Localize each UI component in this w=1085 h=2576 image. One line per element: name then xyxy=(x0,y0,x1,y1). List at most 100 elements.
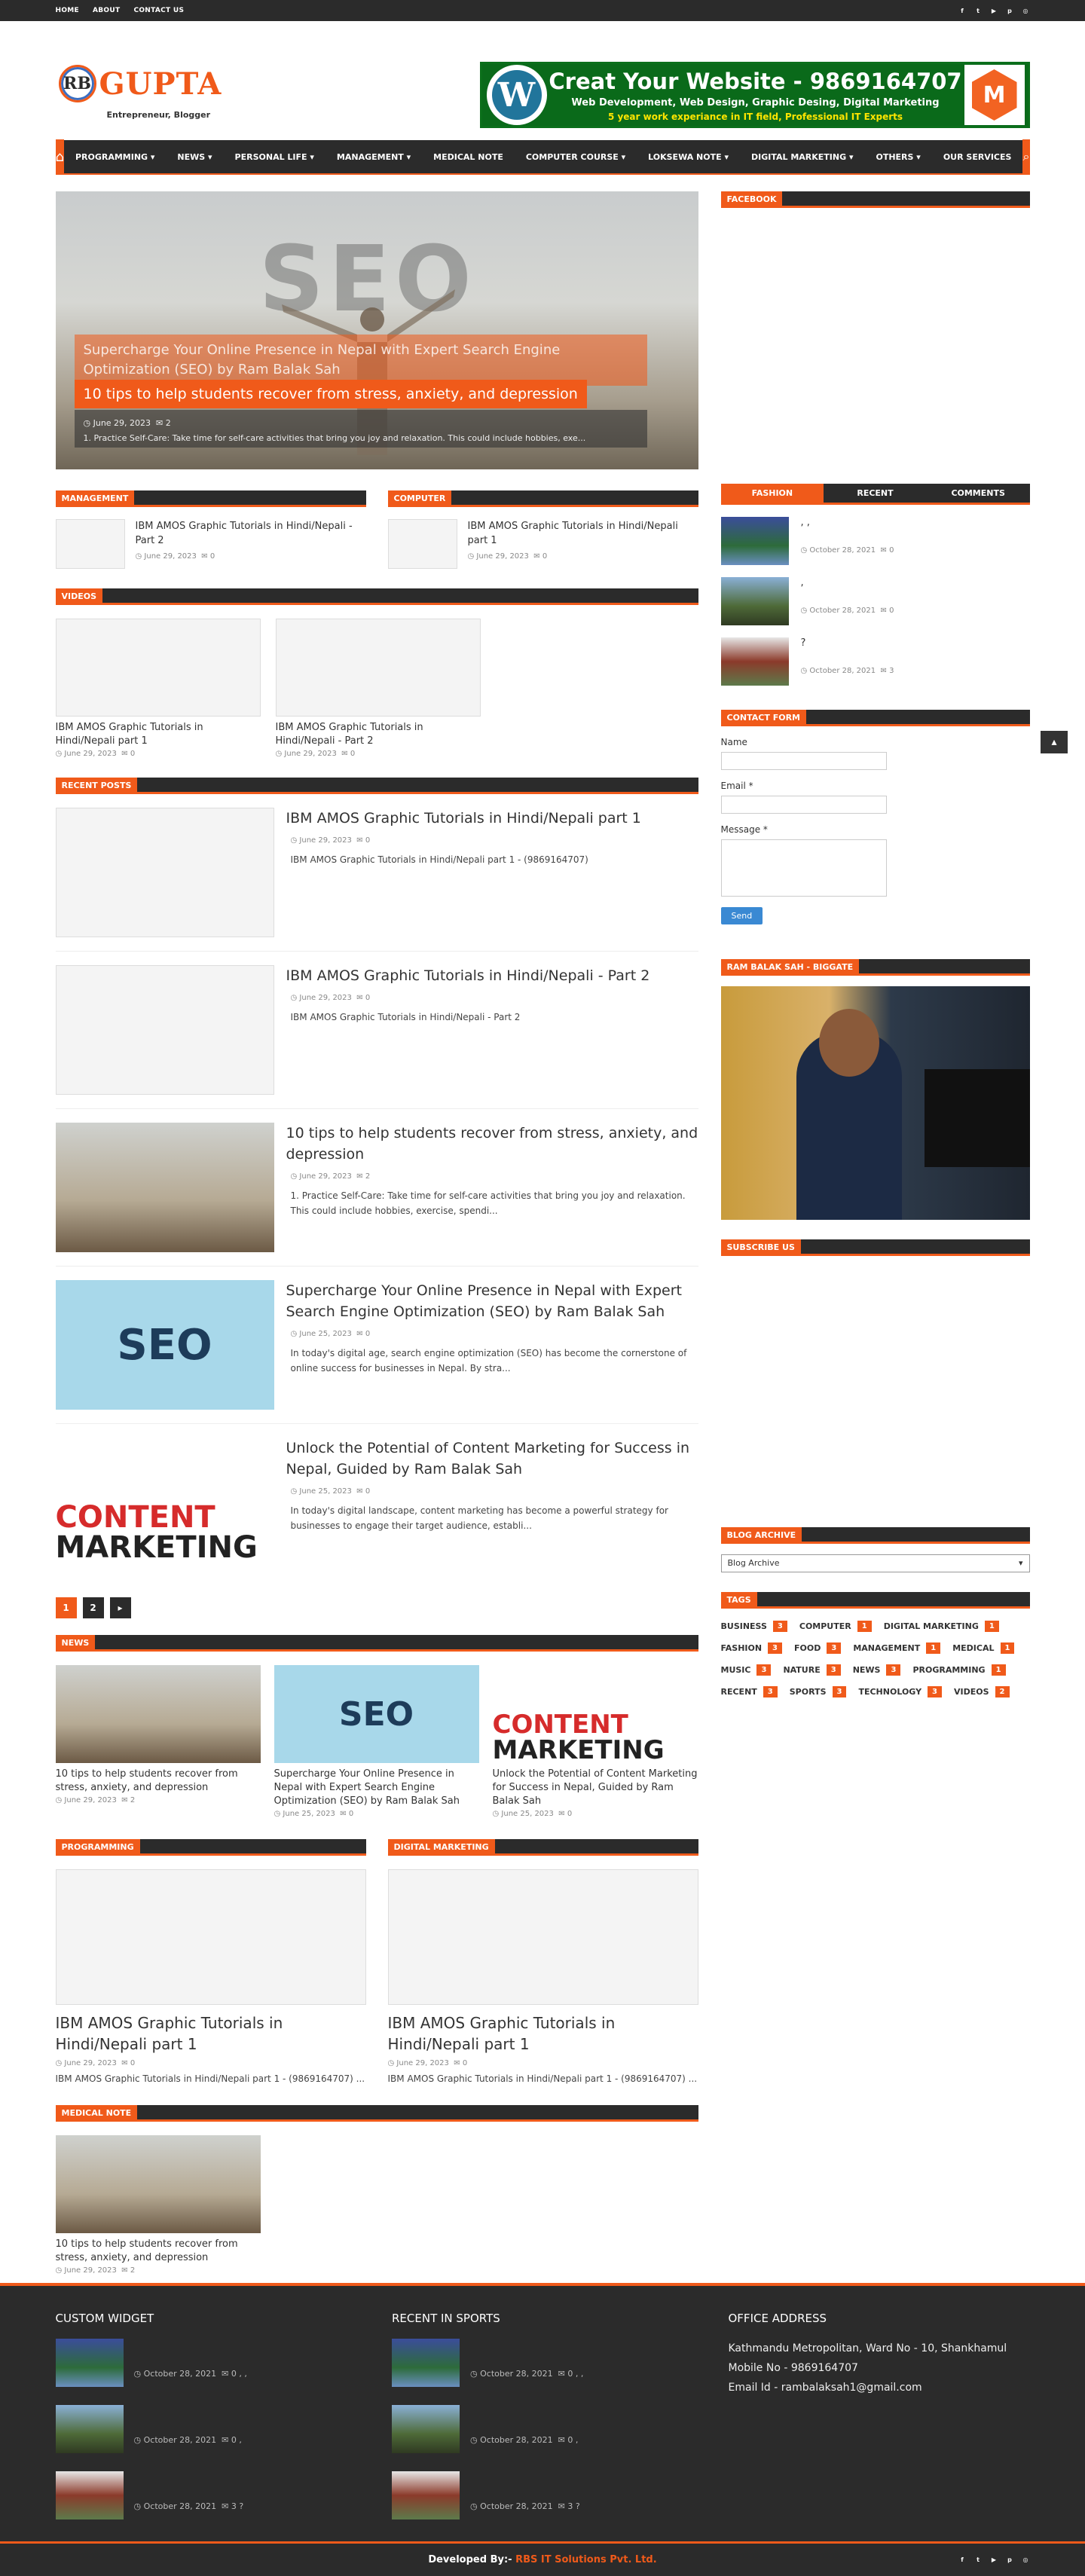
video-card[interactable]: IBM AMOS Graphic Tutorials in Hindi/Nepa… xyxy=(55,619,261,758)
list-item[interactable]: ◷ October 28, 2021 ✉ 0 , xyxy=(392,2405,693,2453)
twitter-icon[interactable]: t xyxy=(974,7,983,15)
post-thumbnail[interactable] xyxy=(55,1869,366,2005)
nav-our-services[interactable]: OUR SERVICES xyxy=(932,152,1023,162)
home-icon[interactable]: ⌂ xyxy=(55,139,64,174)
header-banner-ad[interactable]: W Creat Your Website - 9869164707 Web De… xyxy=(479,62,1030,128)
tab-comments[interactable]: COMMENTS xyxy=(927,484,1030,503)
tag-fashion[interactable]: FASHION 3 xyxy=(721,1642,783,1654)
programming-header[interactable]: PROGRAMMING xyxy=(55,1839,140,1856)
site-logo[interactable]: RB GUPTA xyxy=(58,65,222,102)
post-title[interactable]: IBM AMOS Graphic Tutorials in Hindi/Nepa… xyxy=(136,519,366,548)
management-header[interactable]: MANAGEMENT xyxy=(55,490,135,507)
post-title[interactable]: ? xyxy=(576,2501,580,2511)
nav-personal-life[interactable]: PERSONAL LIFE ▾ xyxy=(224,152,326,162)
post-title[interactable]: , xyxy=(576,2435,579,2445)
nav-news[interactable]: NEWS ▾ xyxy=(166,152,223,162)
post-title[interactable]: IBM AMOS Graphic Tutorials in Hindi/Nepa… xyxy=(56,2012,366,2055)
post-title[interactable]: IBM AMOS Graphic Tutorials in Hindi/Nepa… xyxy=(286,965,698,986)
list-item[interactable]: , , ◷ October 28, 2021 ✉ 0 xyxy=(720,517,1030,565)
post-title[interactable]: Supercharge Your Online Presence in Nepa… xyxy=(286,1280,698,1322)
list-item[interactable]: , ◷ October 28, 2021 ✉ 0 xyxy=(720,577,1030,625)
list-item[interactable]: IBM AMOS Graphic Tutorials in Hindi/Nepa… xyxy=(55,519,366,569)
post-title[interactable]: Supercharge Your Online Presence in Nepa… xyxy=(274,1768,479,1808)
post-title[interactable]: IBM AMOS Graphic Tutorials in Hindi/Nepa… xyxy=(286,808,698,829)
tag-videos[interactable]: VIDEOS 2 xyxy=(954,1686,1010,1697)
email-field[interactable] xyxy=(720,796,887,814)
post-title[interactable]: , , xyxy=(801,517,894,528)
top-link-home[interactable]: HOME xyxy=(56,7,80,14)
nav-loksewa-note[interactable]: LOKSEWA NOTE ▾ xyxy=(637,152,740,162)
recent-post[interactable]: CONTENT MARKETING Unlock the Potential of… xyxy=(55,1438,698,1581)
pinterest-icon[interactable]: p xyxy=(1006,7,1014,15)
tag-business[interactable]: BUSINESS 3 xyxy=(721,1621,787,1632)
news-card[interactable]: 10 tips to help students recover from st… xyxy=(55,1665,261,1818)
post-title[interactable]: ? xyxy=(801,637,894,649)
hero-title[interactable]: 10 tips to help students recover from st… xyxy=(74,380,587,408)
video-title[interactable]: IBM AMOS Graphic Tutorials in Hindi/Nepa… xyxy=(56,721,261,748)
post-title[interactable]: , , xyxy=(576,2369,584,2379)
tag-technology[interactable]: TECHNOLOGY 3 xyxy=(858,1686,943,1697)
scroll-to-top-button[interactable]: ▴ xyxy=(1041,731,1068,753)
recent-post[interactable]: IBM AMOS Graphic Tutorials in Hindi/Nepa… xyxy=(55,808,698,952)
tag-digital-marketing[interactable]: DIGITAL MARKETING 1 xyxy=(884,1621,999,1632)
post-title[interactable]: Unlock the Potential of Content Marketin… xyxy=(493,1768,698,1808)
video-title[interactable]: IBM AMOS Graphic Tutorials in Hindi/Nepa… xyxy=(276,721,481,748)
computer-header[interactable]: COMPUTER xyxy=(387,490,452,507)
tag-medical[interactable]: MEDICAL 1 xyxy=(952,1642,1015,1654)
nav-programming[interactable]: PROGRAMMING ▾ xyxy=(64,152,166,162)
page-1-button[interactable]: 1 xyxy=(55,1597,77,1618)
post-title[interactable]: IBM AMOS Graphic Tutorials in Hindi/Nepa… xyxy=(468,519,698,548)
news-header[interactable]: NEWS xyxy=(55,1635,96,1652)
post-title[interactable]: Unlock the Potential of Content Marketin… xyxy=(286,1438,698,1480)
pinterest-icon[interactable]: p xyxy=(1006,2556,1014,2564)
post-title[interactable]: , , xyxy=(239,2369,247,2379)
facebook-icon[interactable]: f xyxy=(958,7,967,15)
video-card[interactable]: IBM AMOS Graphic Tutorials in Hindi/Nepa… xyxy=(275,619,481,758)
tag-sports[interactable]: SPORTS 3 xyxy=(790,1686,847,1697)
blog-archive-select[interactable]: Blog Archive ▾ xyxy=(720,1554,1030,1572)
nav-computer-course[interactable]: COMPUTER COURSE ▾ xyxy=(515,152,637,162)
recent-post[interactable]: IBM AMOS Graphic Tutorials in Hindi/Nepa… xyxy=(55,965,698,1109)
top-link-contact[interactable]: CONTACT US xyxy=(133,7,184,14)
nav-digital-marketing[interactable]: DIGITAL MARKETING ▾ xyxy=(740,152,865,162)
medical-note-header[interactable]: MEDICAL NOTE xyxy=(55,2105,138,2122)
tag-recent[interactable]: RECENT 3 xyxy=(721,1686,778,1697)
name-field[interactable] xyxy=(720,752,887,770)
list-item[interactable]: ◷ October 28, 2021 ✉ 0 , xyxy=(55,2405,357,2453)
tag-programming[interactable]: PROGRAMMING 1 xyxy=(912,1664,1006,1676)
page-2-button[interactable]: 2 xyxy=(82,1597,104,1618)
recent-post[interactable]: 10 tips to help students recover from st… xyxy=(55,1123,698,1267)
tag-news[interactable]: NEWS 3 xyxy=(853,1664,901,1676)
list-item[interactable]: IBM AMOS Graphic Tutorials in Hindi/Nepa… xyxy=(387,519,698,569)
post-title[interactable]: 10 tips to help students recover from st… xyxy=(286,1123,698,1165)
top-link-about[interactable]: ABOUT xyxy=(93,7,120,14)
tag-nature[interactable]: NATURE 3 xyxy=(783,1664,841,1676)
facebook-icon[interactable]: f xyxy=(958,2556,967,2564)
tab-fashion[interactable]: FASHION xyxy=(720,484,824,503)
instagram-icon[interactable]: ◎ xyxy=(1022,2556,1030,2564)
twitter-icon[interactable]: t xyxy=(974,2556,983,2564)
send-button[interactable]: Send xyxy=(720,907,763,924)
videos-header[interactable]: VIDEOS xyxy=(55,588,103,605)
tag-computer[interactable]: COMPUTER 1 xyxy=(799,1621,872,1632)
news-card[interactable]: SEO Supercharge Your Online Presence in … xyxy=(274,1665,479,1818)
post-title[interactable]: ? xyxy=(239,2501,243,2511)
tag-food[interactable]: FOOD 3 xyxy=(794,1642,842,1654)
search-icon[interactable]: ⌕ xyxy=(1022,139,1030,174)
nav-medical-note[interactable]: MEDICAL NOTE xyxy=(422,152,515,162)
list-item[interactable]: ◷ October 28, 2021 ✉ 0 , , xyxy=(392,2339,693,2387)
medical-card[interactable]: 10 tips to help students recover from st… xyxy=(55,2135,261,2275)
post-title[interactable]: , xyxy=(239,2435,242,2445)
youtube-icon[interactable]: ▶ xyxy=(990,7,998,15)
instagram-icon[interactable]: ◎ xyxy=(1022,7,1030,15)
developer-link[interactable]: RBS IT Solutions Pvt. Ltd. xyxy=(515,2554,657,2565)
nav-management[interactable]: MANAGEMENT ▾ xyxy=(326,152,422,162)
news-card[interactable]: CONTENT MARKETING Unlock the Potential of… xyxy=(492,1665,698,1818)
list-item[interactable]: ? ◷ October 28, 2021 ✉ 3 xyxy=(720,637,1030,686)
featured-slider[interactable]: SEO Supercharge Your Online Presence in … xyxy=(55,191,698,469)
list-item[interactable]: ◷ October 28, 2021 ✉ 3 ? xyxy=(392,2471,693,2519)
post-thumbnail[interactable] xyxy=(387,1869,698,2005)
message-field[interactable] xyxy=(720,839,887,897)
post-title[interactable]: , xyxy=(801,577,894,588)
tag-management[interactable]: MANAGEMENT 1 xyxy=(853,1642,941,1654)
